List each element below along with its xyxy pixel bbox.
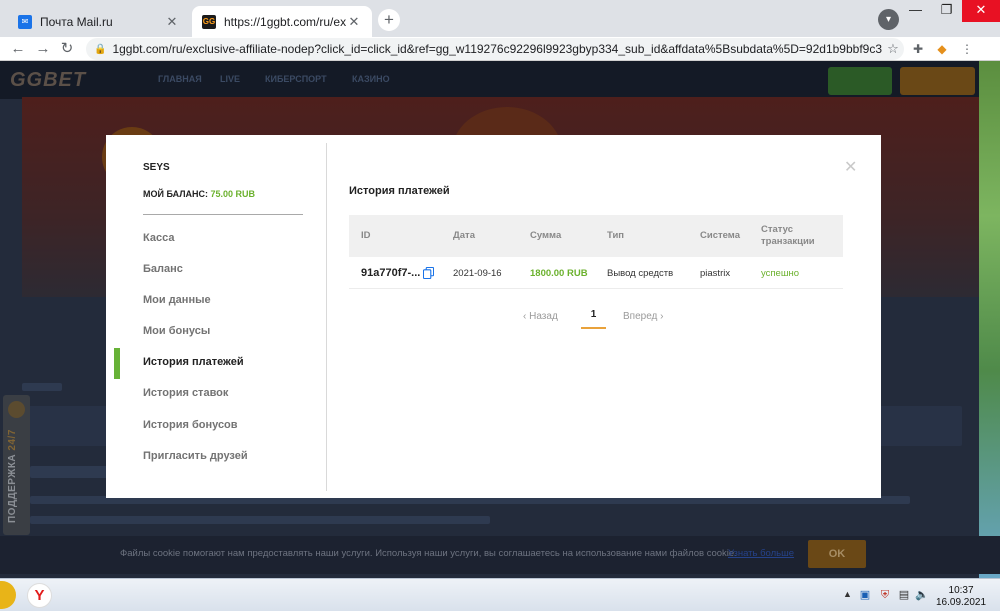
- site-header: GGBET ГЛАВНАЯ LIVE КИБЕРСПОРТ КАЗИНО: [0, 61, 1000, 99]
- modal-divider: [326, 143, 327, 491]
- account-sidebar: SEYS МОЙ БАЛАНС: 75.00 RUB Касса Баланс …: [106, 135, 327, 498]
- support-widget[interactable]: ПОДДЕРЖКА 24/7: [3, 395, 30, 535]
- column-header-type: Тип: [607, 230, 625, 241]
- balance-value: 75.00 RUB: [210, 189, 256, 199]
- payment-status: успешно: [761, 268, 799, 279]
- clock-date: 16.09.2021: [936, 597, 987, 608]
- site-logo: GGBET: [10, 69, 87, 91]
- payment-amount: 1800.00 RUB: [530, 268, 588, 279]
- cookie-text: Файлы cookie помогают нам предоставлять …: [120, 548, 737, 559]
- system-clock[interactable]: 10:37 16.09.2021: [936, 585, 986, 609]
- prev-page-label: Назад: [529, 311, 558, 322]
- reload-icon[interactable]: ↻: [57, 39, 77, 59]
- table-row: 91a770f7-... 2021-09-16 1800.00 RUB Выво…: [349, 257, 843, 289]
- close-tab-icon[interactable]: ✕: [164, 14, 180, 30]
- clock-time: 10:37: [948, 585, 974, 596]
- payment-id: 91a770f7-...: [361, 267, 421, 279]
- taskbar: Y ▲ ▣ ⛨ ▤ 🔈 10:37 16.09.2021: [0, 578, 1000, 611]
- column-header-date: Дата: [453, 230, 475, 241]
- menu-item-bet-history[interactable]: История ставок: [143, 387, 228, 399]
- menu-item-bonus-history[interactable]: История бонусов: [143, 419, 238, 431]
- column-header-system: Система: [700, 230, 740, 241]
- extension-cube-icon[interactable]: ◆: [934, 41, 950, 57]
- support-icon: [8, 401, 25, 418]
- menu-item-payment-history[interactable]: История платежей: [143, 356, 244, 368]
- nav-item[interactable]: КАЗИНО: [352, 74, 390, 84]
- tab-title: Почта Mail.ru: [40, 14, 113, 29]
- pagination: ‹ Назад 1 Вперед ›: [349, 307, 843, 331]
- table-header: ID Дата Сумма Тип Система Статус транзак…: [349, 215, 843, 257]
- close-tab-icon[interactable]: ✕: [346, 14, 362, 30]
- username: SEYS: [143, 162, 170, 173]
- minimize-button[interactable]: —: [900, 0, 931, 22]
- network-tray-icon[interactable]: ▤: [897, 588, 911, 602]
- back-icon[interactable]: ←: [8, 39, 28, 59]
- page-title: История платежей: [349, 185, 450, 197]
- menu-item-my-data[interactable]: Мои данные: [143, 294, 211, 306]
- site-header-button[interactable]: [900, 67, 975, 95]
- browser-toolbar: ← → ↻ 🔒 1ggbt.com/ru/exclusive-affiliate…: [0, 37, 1000, 61]
- close-window-button[interactable]: ✕: [962, 0, 1000, 22]
- nav-item[interactable]: КИБЕРСПОРТ: [265, 74, 327, 84]
- extensions-icon[interactable]: ✚: [910, 41, 926, 57]
- tab-title: https://1ggbt.com/ru/exclusive-a: [224, 14, 346, 29]
- browser-tabstrip: ✉ Почта Mail.ru ✕ GG https://1ggbt.com/r…: [0, 0, 1000, 37]
- url-text: 1ggbt.com/ru/exclusive-affiliate-nodep?c…: [112, 42, 882, 56]
- menu-item-my-bonuses[interactable]: Мои бонусы: [143, 325, 210, 337]
- chrome-menu-icon[interactable]: ⋮: [959, 41, 975, 57]
- desktop-wallpaper-edge: [979, 61, 1000, 578]
- cookie-more-link[interactable]: Узнать больше: [728, 548, 794, 559]
- column-header-amount: Сумма: [530, 230, 562, 241]
- maximize-button[interactable]: ❐: [931, 0, 962, 22]
- payment-date: 2021-09-16: [453, 268, 502, 279]
- new-tab-button[interactable]: +: [378, 9, 400, 31]
- menu-item-invite-friends[interactable]: Пригласить друзей: [143, 450, 248, 462]
- current-page[interactable]: 1: [581, 307, 606, 329]
- address-bar[interactable]: 🔒 1ggbt.com/ru/exclusive-affiliate-nodep…: [86, 38, 904, 60]
- forward-icon[interactable]: →: [33, 39, 53, 59]
- antivirus-tray-icon[interactable]: ⛨: [878, 588, 892, 602]
- bookmark-star-icon[interactable]: ☆: [882, 41, 904, 57]
- ggbet-icon: GG: [202, 14, 216, 29]
- prev-page-button[interactable]: ‹ Назад: [523, 311, 558, 322]
- tray-expand-icon[interactable]: ▲: [843, 589, 852, 599]
- support-label: ПОДДЕРЖКА 24/7: [7, 429, 18, 523]
- payment-type: Вывод средств: [607, 268, 674, 279]
- tab-ggbet[interactable]: GG https://1ggbt.com/ru/exclusive-a ✕: [192, 6, 372, 37]
- chevron-right-icon: ›: [660, 311, 664, 322]
- column-header-id: ID: [361, 230, 371, 241]
- lock-icon[interactable]: 🔒: [94, 44, 106, 55]
- screen-tray-icon[interactable]: ▣: [858, 588, 872, 602]
- close-icon[interactable]: ✕: [844, 157, 857, 177]
- next-page-button[interactable]: Вперед ›: [623, 311, 664, 322]
- cookie-banner: Файлы cookie помогают нам предоставлять …: [0, 536, 1000, 574]
- nav-item[interactable]: LIVE: [220, 74, 240, 84]
- payment-system: piastrix: [700, 268, 731, 279]
- mail-ru-icon: ✉: [18, 14, 32, 29]
- tab-mail-ru[interactable]: ✉ Почта Mail.ru ✕: [8, 6, 190, 37]
- payments-table: ID Дата Сумма Тип Система Статус транзак…: [349, 215, 843, 289]
- next-page-label: Вперед: [623, 311, 658, 322]
- menu-item-balance[interactable]: Баланс: [143, 263, 183, 275]
- chevron-left-icon: ‹: [523, 311, 527, 322]
- balance: МОЙ БАЛАНС: 75.00 RUB: [143, 189, 255, 199]
- profile-menu-icon[interactable]: ▾: [878, 9, 899, 30]
- balance-label: МОЙ БАЛАНС:: [143, 189, 209, 199]
- sidebar-divider: [143, 214, 303, 215]
- yandex-browser-icon[interactable]: Y: [27, 583, 52, 608]
- account-modal: SEYS МОЙ БАЛАНС: 75.00 RUB Касса Баланс …: [106, 135, 881, 498]
- menu-item-kassa[interactable]: Касса: [143, 232, 174, 244]
- nav-item[interactable]: ГЛАВНАЯ: [158, 74, 202, 84]
- volume-icon[interactable]: 🔈: [915, 588, 929, 602]
- site-header-button[interactable]: [828, 67, 892, 95]
- window-controls: — ❐ ✕: [900, 0, 1000, 22]
- start-button[interactable]: [0, 581, 16, 609]
- column-header-status: Статус транзакции: [761, 224, 815, 247]
- cookie-ok-button[interactable]: OK: [808, 540, 866, 568]
- copy-icon[interactable]: [423, 267, 434, 279]
- active-menu-indicator: [114, 348, 120, 379]
